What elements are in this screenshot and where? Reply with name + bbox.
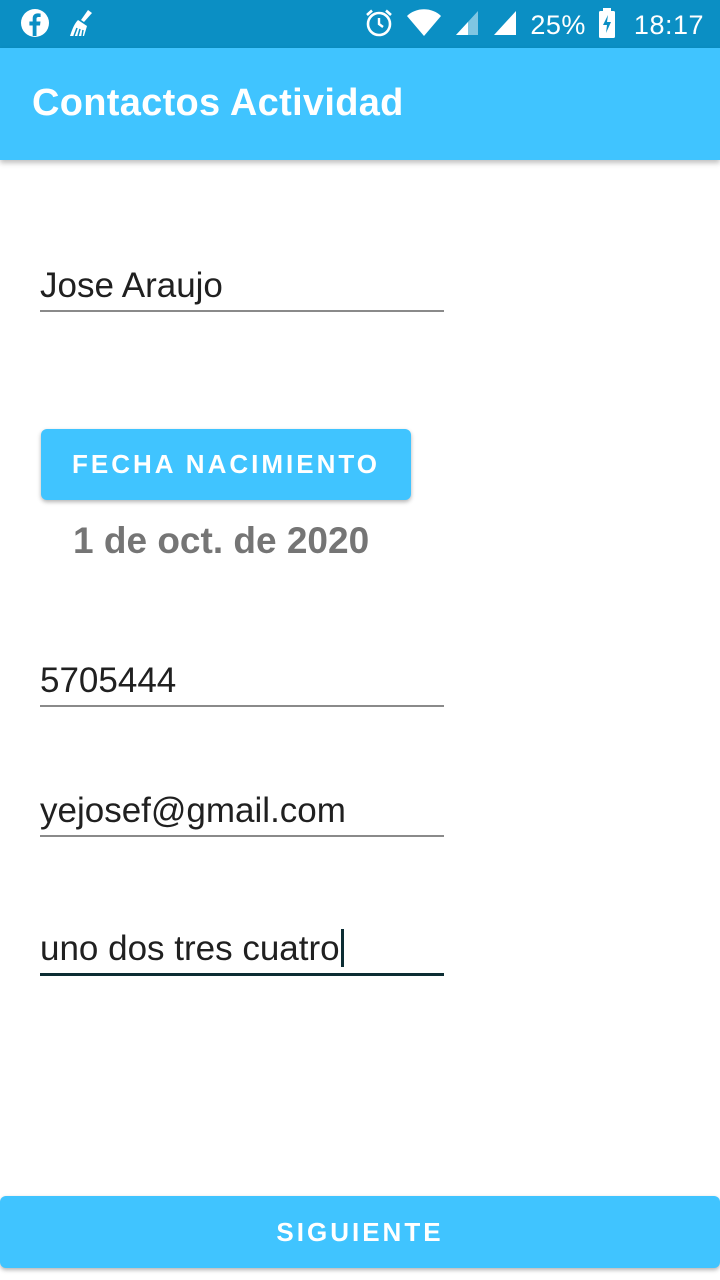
name-field[interactable]: Jose Araujo — [40, 262, 444, 312]
birth-date-button-label: FECHA NACIMIENTO — [72, 449, 380, 479]
phone-field-value: 5705444 — [40, 661, 177, 700]
email-field[interactable]: yejosef@gmail.com — [40, 787, 444, 837]
app-title: Contactos Actividad — [32, 82, 404, 124]
next-button[interactable]: SIGUIENTE — [0, 1196, 720, 1268]
next-button-label: SIGUIENTE — [276, 1216, 444, 1247]
phone-field[interactable]: 5705444 — [40, 657, 444, 707]
cleaner-broom-icon — [68, 8, 98, 43]
battery-percentage: 25% — [530, 9, 586, 40]
description-field[interactable]: uno dos tres cuatro — [40, 925, 444, 976]
birth-date-button[interactable]: FECHA NACIMIENTO — [41, 429, 411, 500]
signal-icon — [454, 9, 480, 42]
alarm-icon — [364, 8, 394, 43]
name-field-value: Jose Araujo — [40, 266, 223, 305]
signal-icon — [492, 9, 518, 42]
email-field-value: yejosef@gmail.com — [40, 791, 346, 830]
facebook-icon — [20, 8, 50, 43]
battery-charging-icon — [598, 7, 616, 43]
description-field-value: uno dos tres cuatro — [40, 929, 340, 968]
wifi-icon — [406, 8, 442, 43]
status-left-icons — [20, 8, 98, 43]
status-bar: 25% 18:17 — [0, 0, 720, 48]
birth-date-value: 1 de oct. de 2020 — [73, 520, 370, 561]
app-bar: Contactos Actividad — [0, 48, 720, 160]
text-cursor — [340, 928, 344, 967]
status-right-icons: 25% 18:17 — [364, 7, 704, 43]
status-time: 18:17 — [633, 9, 704, 40]
